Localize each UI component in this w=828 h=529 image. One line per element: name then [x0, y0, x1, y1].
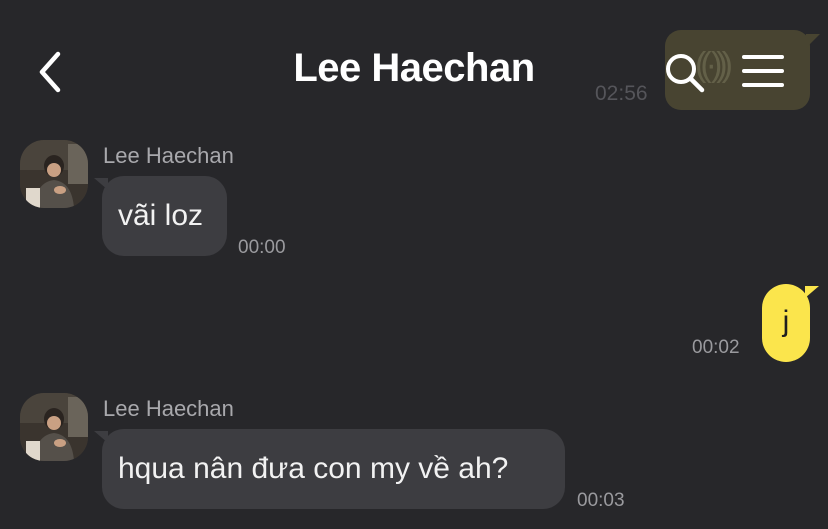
chat-title: Lee Haechan [293, 46, 535, 90]
profile-photo [20, 393, 88, 461]
avatar[interactable] [20, 393, 88, 461]
message-time: 00:02 [692, 337, 740, 358]
chevron-left-icon [39, 51, 61, 93]
message-time: 00:00 [238, 237, 286, 258]
incoming-message-bubble[interactable]: vãi loz [94, 176, 227, 256]
profile-photo [20, 140, 88, 208]
outgoing-message-bubble[interactable]: j [762, 284, 819, 362]
back-button[interactable] [30, 48, 74, 96]
chat-header: ((·))) 02:56 Lee Haechan [0, 0, 828, 130]
sender-name: Lee Haechan [103, 396, 234, 421]
avatar[interactable] [20, 140, 88, 208]
incoming-message-bubble[interactable]: hqua nân đưa con my về ah? [94, 429, 565, 509]
message-time: 00:03 [577, 490, 625, 511]
menu-button[interactable] [742, 53, 786, 89]
search-icon [666, 54, 705, 93]
search-button[interactable] [664, 52, 706, 94]
sender-name: Lee Haechan [103, 143, 234, 168]
